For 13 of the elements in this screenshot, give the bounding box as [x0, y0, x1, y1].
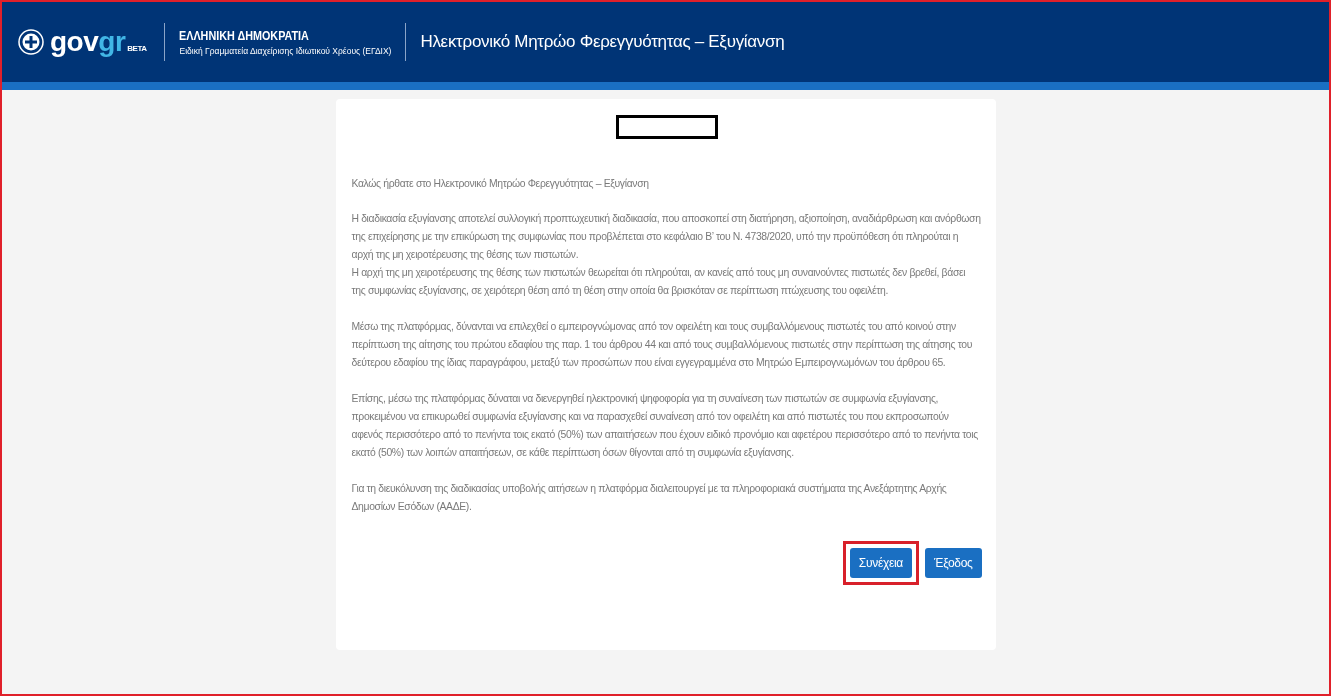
paragraph: Μέσω της πλατφόρμας, δύνανται να επιλεχθεί ο εμπειρογνώμονας από τον οφειλέτη και τους συμβαλλόμενους πιστωτές του από κοινού στην περίπτωση της αίτησης του πρώτου εδαφίου της παρ. 1 του άρθρου 44 και από τους συμβαλλόμενους πιστωτές στην περίπτωση της αίτησης του δεύτερου εδαφίου της ίδιας παραγράφου, μεταξύ των προσώπων που είναι εγγεγραμμένα στο Μητρώο Εμπειρογνωμόνων του άρθρου 65. [351, 320, 973, 370]
app-title: Ηλεκτρονικό Μητρώο Φερεγγυότητας – Εξυγίανση [419, 32, 785, 52]
paragraph: Η διαδικασία εξυγίανσης αποτελεί συλλογική προπτωχευτική διαδικασία, που αποσκοπεί στη διατήρηση, αξιοποίηση, αναδιάρθρωση και ανόρθωση της επιχείρησης με την επικύρωση της συμφωνίας που προβλέπεται στο κεφάλαιο Β’ του Ν. 4738/2020, υπό την προϋπόθεση ότι πληρούται η αρχή της μη χειροτέρευσης της θέσης των πιστωτών. [351, 212, 982, 262]
org-subtitle: Ειδική Γραμματεία Διαχείρισης Ιδιωτικού Χρέους (ΕΓΔΙΧ) [179, 45, 392, 56]
emblem-icon [18, 29, 44, 55]
exit-button[interactable]: Έξοδος [925, 548, 982, 578]
welcome-text: Καλώς ήρθατε στο Ηλεκτρονικό Μητρώο Φερεγγυότητας – Εξυγίανση [351, 177, 650, 191]
paragraph: Η αρχή της μη χειροτέρευσης της θέσης των πιστωτών θεωρείται ότι πληρούται, αν κανείς από τους μη συναινούντες πιστωτές δεν βρεθεί, βάσει της συμφωνίας εξυγίανσης, σε χειρότερη θέση από τη θέση στην οποία θα βρισκόταν σε περίπτωση πτώχευσης του οφειλέτη. [351, 266, 967, 298]
continue-button[interactable]: Συνέχεια [849, 548, 912, 578]
org-title: ΕΛΛΗΝΙΚΗ ΔΗΜΟΚΡΑΤΙΑ [179, 28, 311, 43]
site-logo[interactable]: govgrBETA [50, 28, 147, 56]
paragraph: Επίσης, μέσω της πλατφόρμας δύναται να διενεργηθεί ηλεκτρονική ψηφοφορία για τη συναίνεση των πιστωτών σε συμφωνία εξυγίανσης, προκειμένου να επικυρωθεί συμφωνία εξυγίανσης και να παρασχεθεί συναίνεση από τον οφειλέτη και από πιστωτές του που εκπροσωπούν αφενός περισσότερο από το πενήντα τοις εκατό (50%) των απαιτήσεων που έχουν ειδικό προνόμιο και αφετέρου περισσότερο από το πενήντα τοις εκατό (50%) των λοιπών απαιτήσεων, σε κάθε περίπτωση όσων θίγονται από τη συμφωνία εξυγίανσης. [351, 392, 979, 460]
paragraph: Για τη διευκόλυνση της διαδικασίας υποβολής αιτήσεων η πλατφόρμα διαλειτουργεί με τα πληροφοριακά συστήματα της Ανεξάρτητης Αρχής Δημοσίων Εσόδων (ΑΑΔΕ). [351, 482, 948, 514]
